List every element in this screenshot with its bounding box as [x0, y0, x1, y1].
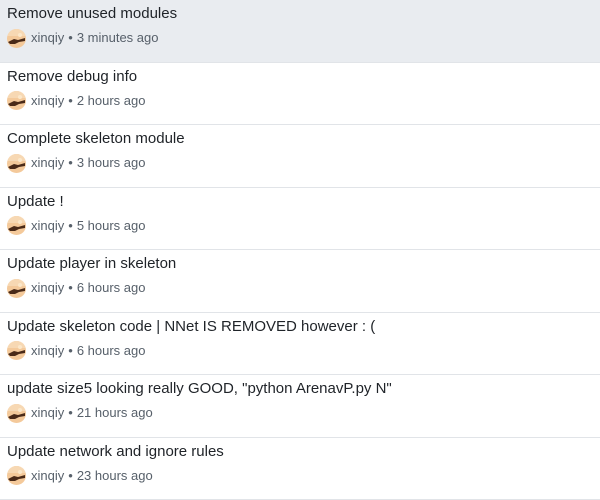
- commit-message: Update skeleton code | NNet IS REMOVED h…: [7, 317, 593, 336]
- commit-author: xinqiy: [31, 403, 64, 423]
- meta-separator: •: [68, 153, 73, 173]
- commit-time: 3 hours ago: [77, 153, 146, 173]
- commit-item[interactable]: Update network and ignore rules xinqiy •…: [0, 438, 600, 500]
- commit-author: xinqiy: [31, 28, 64, 48]
- commit-item[interactable]: update size5 looking really GOOD, "pytho…: [0, 375, 600, 438]
- commit-item[interactable]: Remove unused modules xinqiy • 3 minutes…: [0, 0, 600, 63]
- commit-time: 3 minutes ago: [77, 28, 159, 48]
- commit-meta: xinqiy • 3 minutes ago: [7, 28, 593, 48]
- commit-meta: xinqiy • 2 hours ago: [7, 91, 593, 111]
- user-avatar-icon: [7, 341, 26, 360]
- commit-message: update size5 looking really GOOD, "pytho…: [7, 379, 593, 398]
- commit-message: Update !: [7, 192, 593, 211]
- commit-time: 23 hours ago: [77, 466, 153, 486]
- commit-time: 6 hours ago: [77, 278, 146, 298]
- commit-author: xinqiy: [31, 466, 64, 486]
- commit-item[interactable]: Complete skeleton module xinqiy • 3 hour…: [0, 125, 600, 188]
- user-avatar-icon: [7, 91, 26, 110]
- commit-time: 21 hours ago: [77, 403, 153, 423]
- commit-message: Complete skeleton module: [7, 129, 593, 148]
- user-avatar-icon: [7, 216, 26, 235]
- commit-message: Update network and ignore rules: [7, 442, 593, 461]
- commit-meta: xinqiy • 23 hours ago: [7, 466, 593, 486]
- commit-time: 5 hours ago: [77, 216, 146, 236]
- commit-meta: xinqiy • 3 hours ago: [7, 153, 593, 173]
- user-avatar-icon: [7, 154, 26, 173]
- user-avatar-icon: [7, 404, 26, 423]
- commit-message: Remove unused modules: [7, 4, 593, 23]
- meta-separator: •: [68, 341, 73, 361]
- commit-author: xinqiy: [31, 341, 64, 361]
- commit-time: 6 hours ago: [77, 341, 146, 361]
- meta-separator: •: [68, 466, 73, 486]
- commit-author: xinqiy: [31, 278, 64, 298]
- commit-list: Remove unused modules xinqiy • 3 minutes…: [0, 0, 600, 496]
- commit-meta: xinqiy • 5 hours ago: [7, 216, 593, 236]
- commit-time: 2 hours ago: [77, 91, 146, 111]
- user-avatar-icon: [7, 29, 26, 48]
- commit-meta: xinqiy • 6 hours ago: [7, 278, 593, 298]
- commit-meta: xinqiy • 21 hours ago: [7, 403, 593, 423]
- meta-separator: •: [68, 216, 73, 236]
- meta-separator: •: [68, 28, 73, 48]
- commit-message: Update player in skeleton: [7, 254, 593, 273]
- commit-author: xinqiy: [31, 216, 64, 236]
- user-avatar-icon: [7, 466, 26, 485]
- commit-item[interactable]: Update ! xinqiy • 5 hours ago: [0, 188, 600, 251]
- commit-author: xinqiy: [31, 91, 64, 111]
- commit-item[interactable]: Update player in skeleton xinqiy • 6 hou…: [0, 250, 600, 313]
- commit-message: Remove debug info: [7, 67, 593, 86]
- meta-separator: •: [68, 91, 73, 111]
- meta-separator: •: [68, 403, 73, 423]
- meta-separator: •: [68, 278, 73, 298]
- user-avatar-icon: [7, 279, 26, 298]
- commit-meta: xinqiy • 6 hours ago: [7, 341, 593, 361]
- commit-item[interactable]: Remove debug info xinqiy • 2 hours ago: [0, 63, 600, 126]
- commit-item[interactable]: Update skeleton code | NNet IS REMOVED h…: [0, 313, 600, 376]
- commit-author: xinqiy: [31, 153, 64, 173]
